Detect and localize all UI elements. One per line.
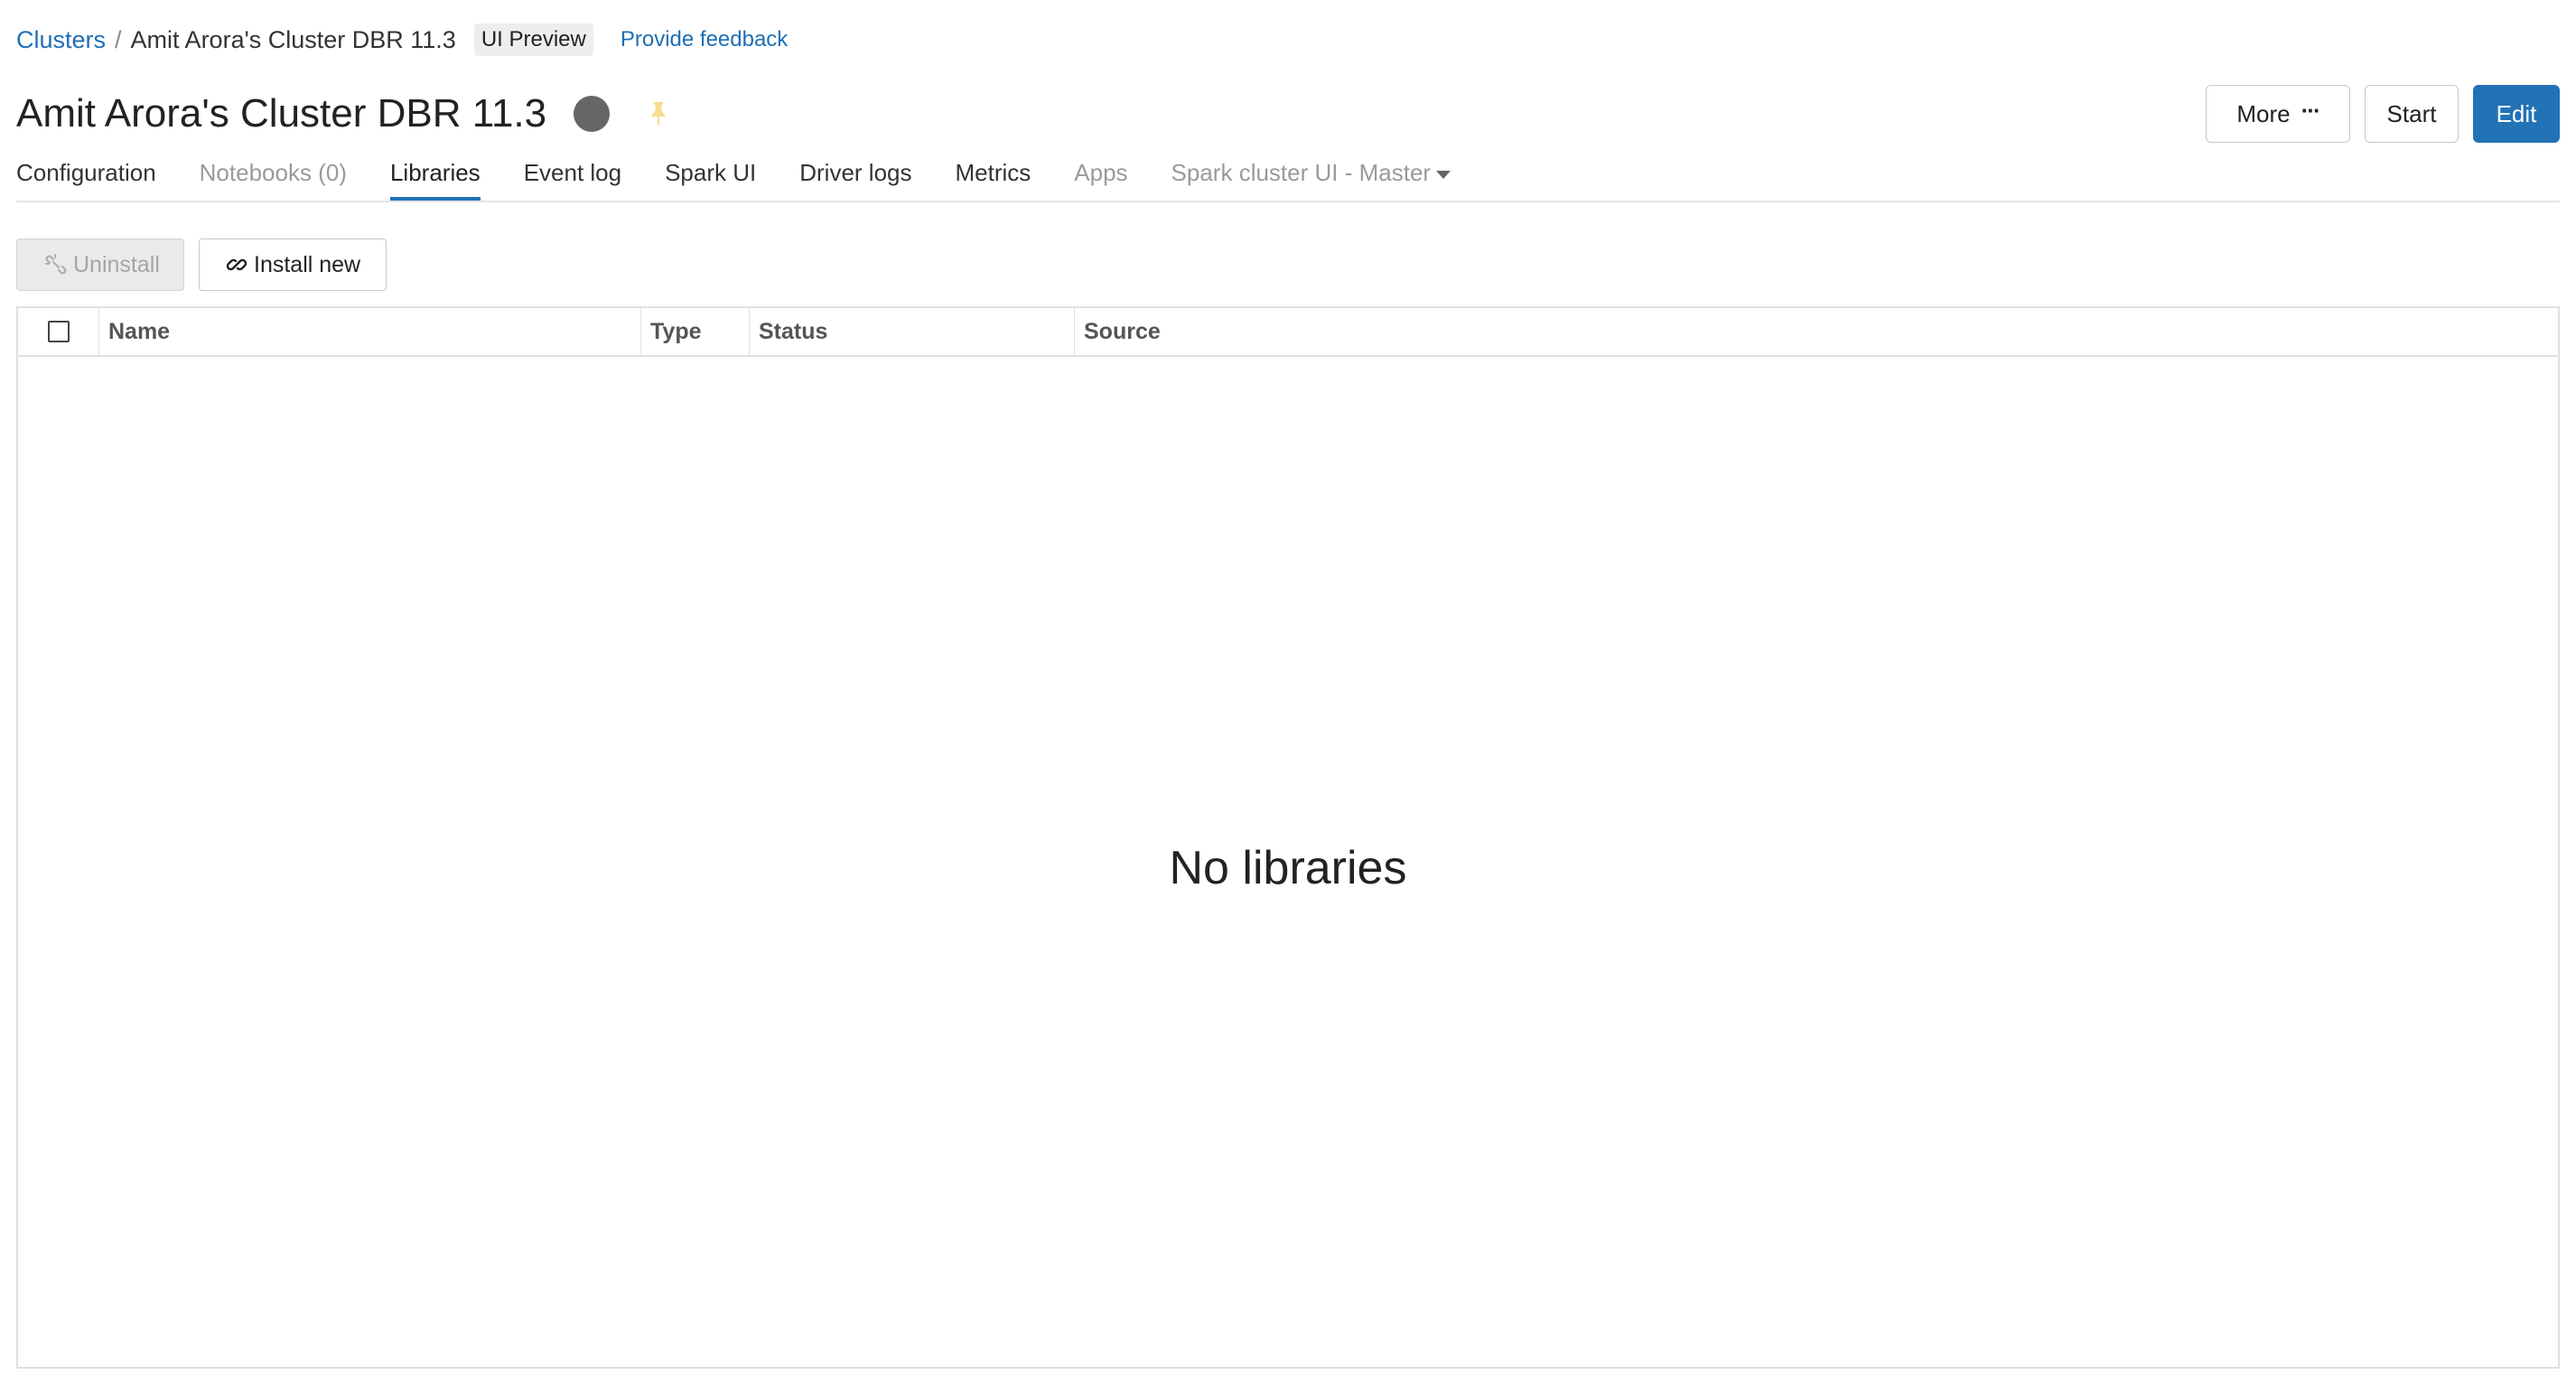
install-new-button-label: Install new: [254, 251, 361, 277]
more-button-label: More: [2236, 99, 2291, 127]
tab-spark-cluster-ui-label: Spark cluster UI - Master: [1171, 159, 1432, 186]
cluster-tabs: Configuration Notebooks (0) Libraries Ev…: [16, 155, 2560, 202]
tab-apps[interactable]: Apps: [1074, 155, 1127, 195]
tab-spark-ui[interactable]: Spark UI: [665, 155, 756, 195]
tab-spark-cluster-ui[interactable]: Spark cluster UI - Master: [1171, 155, 1451, 195]
cluster-libraries-page: Clusters / Amit Arora's Cluster DBR 11.3…: [0, 0, 2576, 1384]
column-header-name[interactable]: Name: [99, 308, 641, 355]
edit-button[interactable]: Edit: [2473, 85, 2560, 143]
page-title: Amit Arora's Cluster DBR 11.3: [16, 91, 547, 136]
header-actions: More ··· Start Edit: [2206, 85, 2560, 143]
install-new-button[interactable]: Install new: [199, 238, 387, 291]
title-row: Amit Arora's Cluster DBR 11.3: [16, 87, 669, 141]
libraries-table: Name Type Status Source No libraries: [16, 306, 2560, 1369]
chevron-down-icon: [1436, 170, 1451, 179]
tab-event-log[interactable]: Event log: [524, 155, 621, 195]
link-icon: [226, 258, 247, 271]
tab-configuration[interactable]: Configuration: [16, 155, 156, 195]
libraries-toolbar: Uninstall Install new: [16, 238, 387, 291]
uninstall-button[interactable]: Uninstall: [16, 238, 184, 291]
column-header-type[interactable]: Type: [641, 308, 750, 355]
start-button[interactable]: Start: [2365, 85, 2459, 143]
cluster-status-indicator: [574, 96, 611, 132]
tab-driver-logs[interactable]: Driver logs: [799, 155, 911, 195]
tab-metrics[interactable]: Metrics: [956, 155, 1031, 195]
unlink-icon: [45, 254, 67, 275]
ui-preview-badge: UI Preview: [473, 23, 593, 56]
tab-notebooks[interactable]: Notebooks (0): [200, 155, 347, 195]
empty-state-message: No libraries: [1169, 842, 1407, 894]
breadcrumb-separator: /: [115, 25, 122, 53]
more-icon: ···: [2301, 97, 2321, 124]
breadcrumb-clusters-link[interactable]: Clusters: [16, 26, 106, 54]
more-button[interactable]: More ···: [2206, 85, 2350, 143]
select-all-cell: [18, 308, 99, 355]
breadcrumb-current: Amit Arora's Cluster DBR 11.3: [130, 25, 456, 53]
table-header: Name Type Status Source: [18, 308, 2558, 357]
column-header-source[interactable]: Source: [1075, 308, 2558, 355]
breadcrumb: Clusters / Amit Arora's Cluster DBR 11.3…: [16, 22, 788, 58]
uninstall-button-label: Uninstall: [73, 251, 160, 277]
column-header-status[interactable]: Status: [750, 308, 1075, 355]
pin-icon[interactable]: [648, 100, 669, 127]
select-all-checkbox[interactable]: [47, 321, 70, 342]
provide-feedback-link[interactable]: Provide feedback: [621, 27, 788, 52]
tab-libraries[interactable]: Libraries: [389, 155, 481, 201]
